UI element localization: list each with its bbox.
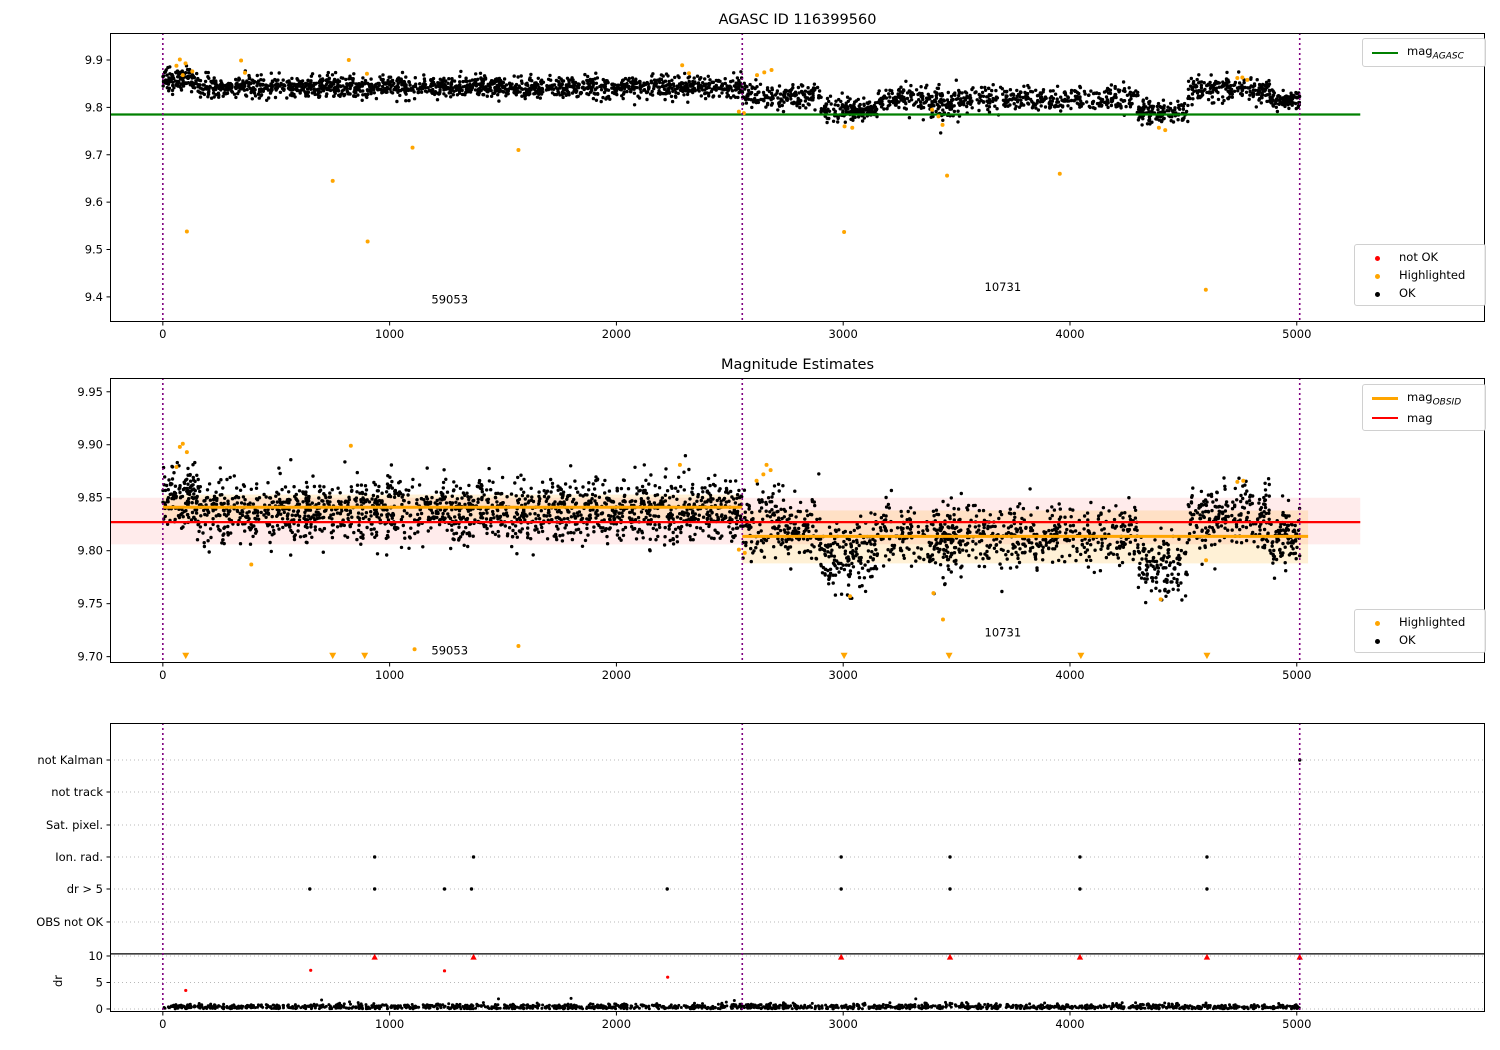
chart-title-agasc-id: AGASC ID 116399560 — [718, 12, 877, 28]
svg-text:5000: 5000 — [1282, 327, 1311, 341]
legend-mag-lines: magOBSID mag — [1362, 384, 1486, 432]
legend-sublabel: AGASC — [1432, 51, 1464, 62]
svg-text:9.6: 9.6 — [85, 195, 103, 209]
red-dot-swatch — [1364, 250, 1390, 264]
legend-label: OK — [1399, 633, 1416, 647]
orange-dot-swatch — [1364, 268, 1390, 282]
svg-text:4000: 4000 — [1055, 327, 1084, 341]
legend-mag-agasc: magAGASC — [1362, 38, 1486, 68]
legend-sublabel: OBSID — [1432, 397, 1462, 408]
legend-point-types-middle: Highlighted OK — [1354, 609, 1486, 653]
svg-text:2000: 2000 — [602, 327, 631, 341]
svg-text:9.5: 9.5 — [85, 243, 103, 257]
legend-item-highlighted: Highlighted — [1364, 615, 1476, 629]
black-dot-swatch — [1364, 633, 1390, 647]
svg-text:9.4: 9.4 — [85, 290, 103, 304]
svg-text:9.7: 9.7 — [85, 148, 103, 162]
svg-text:3000: 3000 — [829, 327, 858, 341]
legend-item-ok: OK — [1364, 633, 1476, 647]
orange-line-swatch — [1372, 397, 1398, 401]
svg-text:9.9: 9.9 — [85, 53, 103, 67]
legend-item-mag: mag — [1372, 411, 1476, 425]
legend-label: Highlighted — [1399, 615, 1466, 629]
legend-item-highlighted: Highlighted — [1364, 268, 1476, 282]
red-line-swatch — [1372, 417, 1398, 420]
legend-item-mag-obsid: magOBSID — [1372, 390, 1476, 407]
black-dot-swatch — [1364, 286, 1390, 300]
legend-item-mag-agasc: magAGASC — [1372, 44, 1476, 61]
legend-label: mag — [1407, 390, 1433, 404]
legend-item-ok: OK — [1364, 286, 1476, 300]
svg-text:1000: 1000 — [375, 327, 404, 341]
green-line-swatch — [1372, 51, 1398, 54]
svg-text:0: 0 — [159, 327, 166, 341]
svg-text:9.8: 9.8 — [85, 100, 103, 114]
svg-text:10731: 10731 — [985, 280, 1022, 294]
legend-label: mag — [1407, 411, 1433, 426]
legend-label: not OK — [1399, 250, 1439, 264]
legend-label: Highlighted — [1399, 268, 1466, 282]
legend-label: OK — [1399, 286, 1416, 300]
legend-point-types-top: not OK Highlighted OK — [1354, 244, 1486, 306]
chart-title-magnitude-estimates: Magnitude Estimates — [720, 357, 875, 373]
figure: AGASC ID 116399560 Magnitude Estimates 5… — [0, 0, 1500, 1050]
flags-dr-plot: 0 1000 2000 3000 4000 5000not Kalmannot track… — [36, 723, 1485, 1031]
svg-text:59053: 59053 — [431, 293, 468, 307]
legend-label: mag — [1407, 44, 1433, 58]
legend-item-not-ok: not OK — [1364, 250, 1476, 264]
orange-dot-swatch — [1364, 615, 1390, 629]
magnitude-estimates-plot: 59053107310 1000 2000 3000 4000 50009.709.759… — [77, 378, 1485, 682]
dr-axis-label: dr — [51, 974, 66, 988]
magnitudes-plot: 59053 10731 0 1000 2000 3000 4000 5000 9.4 9.5 9.6… — [85, 33, 1485, 341]
